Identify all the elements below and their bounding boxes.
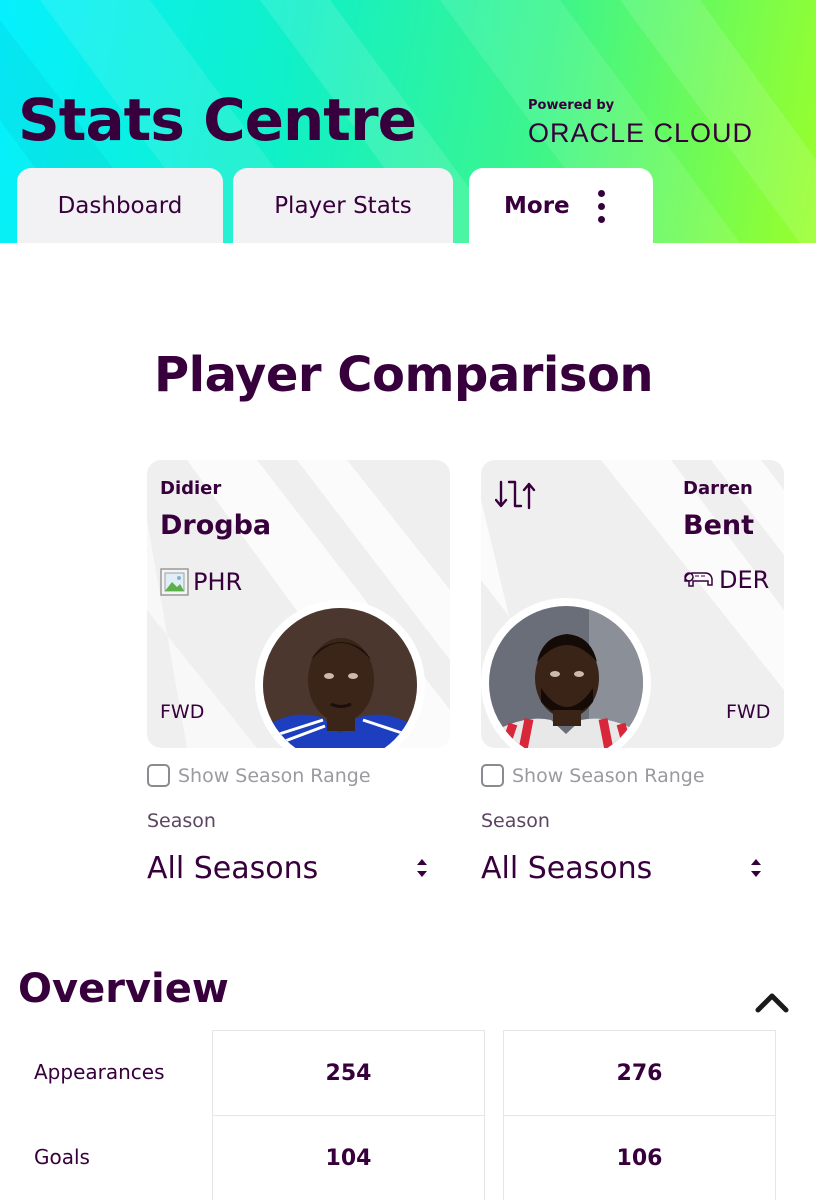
tab-player-stats[interactable]: Player Stats	[233, 168, 453, 243]
player-position: FWD	[726, 701, 771, 723]
broken-image-icon	[160, 568, 189, 596]
player-club-code: DER	[719, 566, 770, 594]
player-last-name: Bent	[683, 510, 755, 541]
checkbox[interactable]	[481, 764, 504, 787]
show-season-range-label: Show Season Range	[512, 764, 705, 787]
player-first-name: Darren	[683, 478, 753, 499]
season-select-value: All Seasons	[147, 850, 319, 886]
stats-centre-header: Stats Centre Powered by ORACLE CLOUD Das…	[0, 0, 816, 243]
stat-value-left: 104	[212, 1115, 485, 1200]
show-season-range-toggle-left[interactable]: Show Season Range	[147, 764, 371, 787]
sponsor-logo: ORACLE CLOUD	[528, 118, 754, 148]
ram-badge-icon	[684, 572, 713, 587]
season-select-value: All Seasons	[481, 850, 653, 886]
sort-updown-icon	[417, 859, 427, 877]
player-card-left[interactable]: Didier Drogba PHR FWD	[147, 460, 450, 748]
season-label: Season	[481, 810, 550, 832]
swap-player-icon[interactable]	[495, 478, 539, 514]
player-club-code: PHR	[193, 568, 243, 596]
overview-heading: Overview	[18, 966, 229, 1012]
chevron-up-icon[interactable]	[752, 988, 792, 1018]
stat-label-goals: Goals	[34, 1145, 90, 1169]
show-season-range-label: Show Season Range	[178, 764, 371, 787]
player-first-name: Didier	[160, 478, 222, 499]
stat-label-appearances: Appearances	[34, 1060, 165, 1084]
season-label: Season	[147, 810, 216, 832]
powered-by-label: Powered by	[528, 98, 615, 113]
player-position: FWD	[160, 701, 205, 723]
tab-dashboard[interactable]: Dashboard	[17, 168, 223, 243]
tab-more-label: More	[504, 192, 570, 219]
page-title: Stats Centre	[18, 86, 417, 154]
player-portrait-image	[263, 608, 417, 748]
tab-more[interactable]: More	[469, 168, 653, 243]
more-vertical-icon	[596, 190, 606, 224]
checkbox[interactable]	[147, 764, 170, 787]
player-club: DER	[681, 566, 769, 594]
player-last-name: Drogba	[160, 510, 272, 541]
player-club: PHR	[159, 566, 242, 598]
season-select-right[interactable]: All Seasons	[481, 846, 771, 890]
stat-value-right: 106	[503, 1115, 776, 1200]
player-comparison-heading: Player Comparison	[154, 347, 654, 403]
tab-dashboard-label: Dashboard	[57, 192, 183, 219]
sponsor-lockup: Powered by ORACLE CLOUD	[528, 98, 808, 150]
show-season-range-toggle-right[interactable]: Show Season Range	[481, 764, 705, 787]
stat-value-left: 254	[212, 1030, 485, 1116]
player-portrait-image	[489, 606, 643, 748]
season-select-left[interactable]: All Seasons	[147, 846, 437, 890]
player-card-right[interactable]: Darren Bent DER FWD	[481, 460, 784, 748]
sort-updown-icon	[751, 859, 761, 877]
tab-player-stats-label: Player Stats	[274, 192, 412, 219]
stat-value-right: 276	[503, 1030, 776, 1116]
